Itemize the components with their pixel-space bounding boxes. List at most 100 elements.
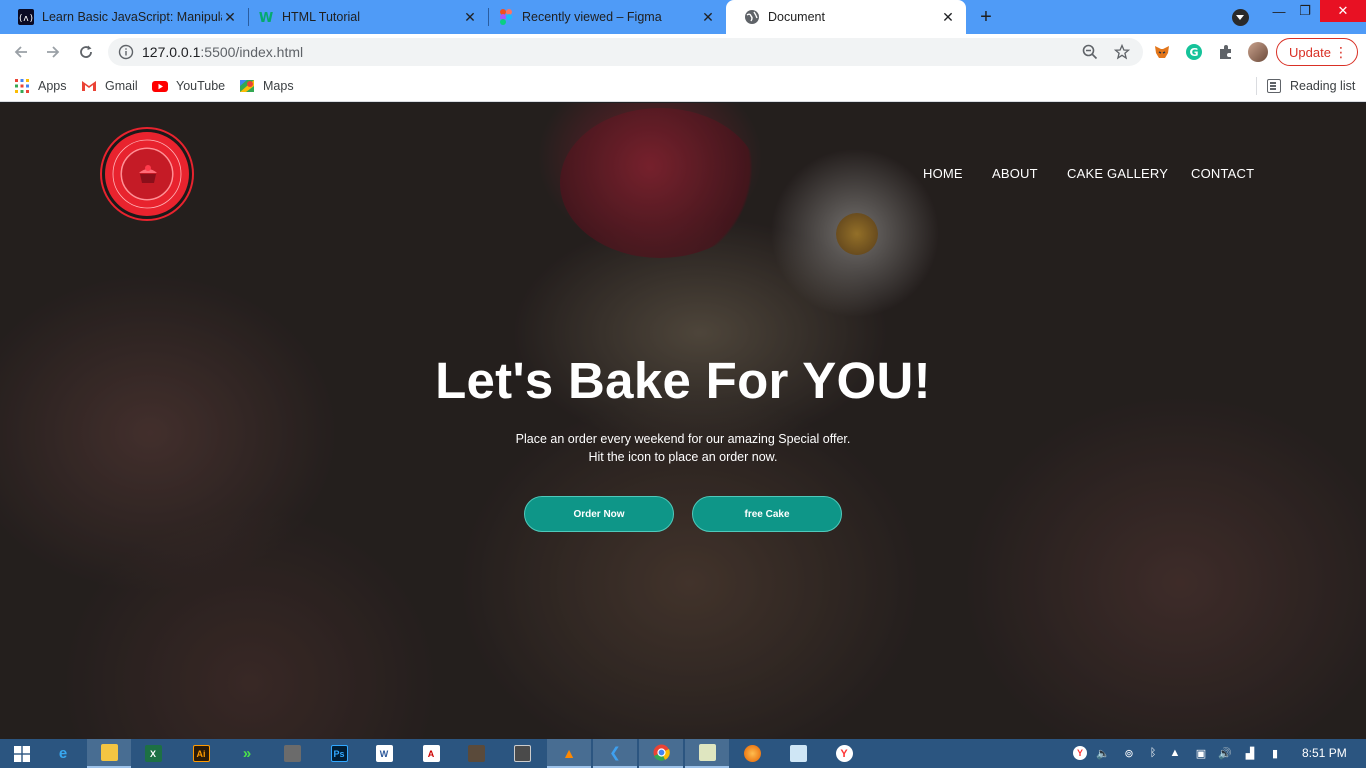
zoom-icon[interactable] xyxy=(1082,44,1098,60)
hero-overlay xyxy=(0,103,1366,739)
bookmark-label: Apps xyxy=(38,79,67,93)
extensions-puzzle-icon[interactable] xyxy=(1217,43,1235,61)
firefox-icon[interactable] xyxy=(730,739,774,768)
bookmark-label: Gmail xyxy=(105,79,138,93)
gmail-icon xyxy=(81,78,97,94)
internet-explorer-icon[interactable]: e xyxy=(41,739,85,768)
nav-contact[interactable]: CONTACT xyxy=(1191,166,1254,181)
bookmark-youtube[interactable]: YouTube xyxy=(152,77,225,95)
freecodecamp-icon: (ʌ) xyxy=(18,9,34,25)
globe-icon xyxy=(744,9,760,25)
excel-icon[interactable]: X xyxy=(131,739,175,768)
bakery-logo[interactable] xyxy=(102,129,192,219)
close-icon[interactable]: ✕ xyxy=(462,9,478,25)
bookmarks-bar: Apps Gmail YouTube Maps Reading list xyxy=(0,70,1366,102)
yandex-tray-icon[interactable]: Y xyxy=(1072,745,1088,761)
w3schools-icon: W xyxy=(258,9,274,25)
update-label: Update xyxy=(1289,44,1331,60)
window-close-button[interactable]: ✕ xyxy=(1320,0,1366,22)
reading-list-label: Reading list xyxy=(1290,79,1356,93)
calculator-icon[interactable] xyxy=(270,739,314,768)
file-explorer-icon[interactable] xyxy=(87,739,131,768)
maps-icon xyxy=(239,78,255,94)
photoshop-icon[interactable]: Ps xyxy=(317,739,361,768)
hero-subtext-1: Place an order every weekend for our ama… xyxy=(515,432,851,446)
notepad-icon[interactable] xyxy=(776,739,820,768)
youtube-icon xyxy=(152,78,168,94)
hero-subtext-2: Hit the icon to place an order now. xyxy=(588,450,778,464)
tab-title: Document xyxy=(768,10,825,24)
grammarly-icon[interactable]: G xyxy=(1185,43,1203,61)
speaker-tray-icon[interactable]: 🔈 xyxy=(1095,745,1111,761)
nav-about[interactable]: ABOUT xyxy=(992,166,1038,181)
close-icon[interactable]: ✕ xyxy=(700,9,716,25)
site-info-icon[interactable] xyxy=(118,44,134,60)
tab-title: Recently viewed – Figma xyxy=(522,10,662,24)
address-bar[interactable]: 127.0.0.1:5500/index.html xyxy=(108,38,1143,66)
logo-inner xyxy=(121,148,173,200)
figma-icon xyxy=(498,9,514,25)
bookmark-gmail[interactable]: Gmail xyxy=(81,77,138,95)
tab-html-tutorial[interactable]: W HTML Tutorial ✕ xyxy=(240,0,489,34)
back-arrow-icon[interactable] xyxy=(10,41,32,63)
bookmark-apps[interactable]: Apps xyxy=(14,77,67,95)
tab-figma[interactable]: Recently viewed – Figma ✕ xyxy=(480,0,726,34)
tab-document[interactable]: Document ✕ xyxy=(726,0,966,34)
illustrator-icon[interactable]: Ai xyxy=(179,739,223,768)
reading-list-icon xyxy=(1267,79,1281,93)
url-host: 127.0.0.1 xyxy=(142,44,201,60)
svg-text:W: W xyxy=(259,11,273,25)
hero-headline: Let's Bake For YOU! xyxy=(435,352,931,409)
acrobat-icon[interactable]: A xyxy=(409,739,453,768)
app-tray-icon[interactable]: ⊚ xyxy=(1121,745,1137,761)
bluetooth-icon[interactable]: ᛒ xyxy=(1145,745,1161,761)
url-text[interactable]: 127.0.0.1:5500/index.html xyxy=(142,44,303,60)
sublime-icon[interactable] xyxy=(500,739,544,768)
metamask-icon[interactable] xyxy=(1153,43,1171,61)
word-icon[interactable]: W xyxy=(362,739,406,768)
vlc-icon[interactable]: ▲ xyxy=(547,739,591,768)
browser-tab-strip: (ʌ) Learn Basic JavaScript: Manipulat ✕ … xyxy=(0,0,1366,34)
explorer-window-icon[interactable] xyxy=(685,739,729,768)
vlc-tray-icon[interactable]: ▲ xyxy=(1167,745,1183,761)
svg-text:G: G xyxy=(1189,46,1198,59)
chrome-icon[interactable] xyxy=(639,739,683,768)
bookmark-label: Maps xyxy=(263,79,294,93)
tab-search-icon[interactable] xyxy=(1232,9,1249,26)
battery-icon[interactable]: ▮ xyxy=(1267,745,1283,761)
windows-taskbar: e X Ai » Ps W A ▲ ❮ Y Y 🔈 ⊚ ᛒ ▲ ▣ 🔊 ▟ ▮ … xyxy=(0,739,1366,768)
forward-arrow-icon[interactable] xyxy=(42,41,64,63)
new-tab-button[interactable]: + xyxy=(976,7,996,27)
clock-time[interactable]: 8:51 PM xyxy=(1302,746,1347,760)
hero-section: HOME ABOUT CAKE GALLERY CONTACT Let's Ba… xyxy=(0,103,1366,739)
start-icon[interactable] xyxy=(0,739,44,768)
volume-icon[interactable]: 🔊 xyxy=(1217,745,1233,761)
network-icon[interactable]: ▣ xyxy=(1193,745,1209,761)
close-icon[interactable]: ✕ xyxy=(222,9,238,25)
nav-home[interactable]: HOME xyxy=(923,166,963,181)
tab-freecodecamp[interactable]: (ʌ) Learn Basic JavaScript: Manipulat ✕ xyxy=(0,0,249,34)
nav-cake-gallery[interactable]: CAKE GALLERY xyxy=(1067,166,1168,181)
url-path: :5500/index.html xyxy=(200,44,304,60)
tab-title: Learn Basic JavaScript: Manipulat xyxy=(42,10,222,24)
close-icon[interactable]: ✕ xyxy=(940,9,956,25)
profile-avatar[interactable] xyxy=(1248,42,1268,62)
bookmark-maps[interactable]: Maps xyxy=(239,77,294,95)
bookmark-star-icon[interactable] xyxy=(1113,43,1131,60)
gradle-icon[interactable]: » xyxy=(225,739,269,768)
svg-text:(ʌ): (ʌ) xyxy=(18,14,34,24)
reload-icon[interactable] xyxy=(75,41,97,63)
order-now-button[interactable]: Order Now xyxy=(524,496,674,532)
free-cake-button[interactable]: free Cake xyxy=(692,496,842,532)
wifi-off-icon[interactable]: ▟ xyxy=(1242,745,1258,761)
cupcake-icon xyxy=(139,165,157,183)
reading-list-button[interactable]: Reading list xyxy=(1256,77,1355,95)
yandex-icon[interactable]: Y xyxy=(822,739,866,768)
vscode-icon[interactable]: ❮ xyxy=(593,739,637,768)
bookmark-label: YouTube xyxy=(176,79,226,93)
archive-icon[interactable] xyxy=(454,739,498,768)
apps-grid-icon xyxy=(14,78,30,94)
tab-title: HTML Tutorial xyxy=(282,10,361,24)
more-menu-icon[interactable]: ⋮ xyxy=(1334,45,1348,59)
update-button[interactable]: Update ⋮ xyxy=(1276,38,1358,66)
